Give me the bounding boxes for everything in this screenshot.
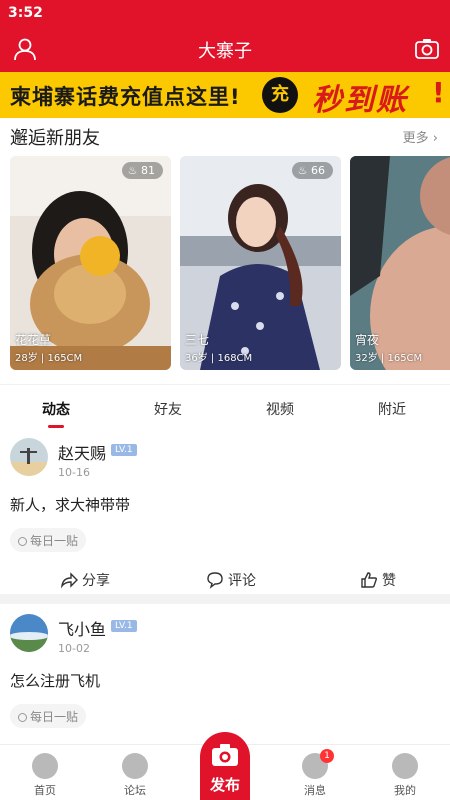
banner-text: 柬埔寨话费充值点这里! (10, 85, 241, 109)
avatar[interactable] (10, 614, 48, 652)
camera-icon (212, 744, 238, 766)
tag-icon (18, 537, 27, 546)
card-meta: 28岁 | 165CM (15, 353, 83, 364)
section-title: 邂逅新朋友 (10, 128, 100, 149)
card-name: 宵夜 (355, 333, 380, 347)
tab-active-indicator (48, 425, 64, 428)
tag-icon (18, 713, 27, 722)
tab-friends[interactable]: 好友 (112, 399, 224, 419)
tabbar-messages[interactable]: 1 消息 (280, 749, 350, 798)
chevron-right-icon: › (428, 131, 438, 146)
post-item[interactable]: 赵天赐 LV.1 10-16 新人，求大神带带 每日一贴 分享 评论 赞 (0, 438, 450, 594)
tab-video[interactable]: 视频 (224, 399, 336, 419)
profile-icon (392, 753, 418, 779)
publish-button[interactable]: 发布 (200, 732, 250, 800)
status-bar: 3:52 (0, 0, 450, 26)
thumbs-up-icon (361, 572, 378, 588)
tabbar-mine[interactable]: 我的 (370, 753, 440, 798)
app-header: 大寨子 (0, 26, 450, 72)
card-name: 三七 (185, 333, 210, 347)
heat-badge: ♨ 81 (121, 162, 163, 179)
comment-button[interactable]: 评论 (206, 570, 256, 590)
tab-nearby[interactable]: 附近 (336, 399, 448, 419)
post-content[interactable]: 新人，求大神带带 (10, 494, 130, 515)
tabbar-forum[interactable]: 论坛 (100, 753, 170, 798)
page-title: 大寨子 (198, 41, 252, 62)
post-actions: 分享 评论 赞 (0, 568, 450, 592)
post-content[interactable]: 怎么注册飞机 (10, 670, 100, 691)
friend-cards: ♨ 81 花花草 28岁 | 165CM ♨ 66 三七 36岁 | 168CM… (10, 156, 450, 370)
fire-icon: ♨ (297, 164, 311, 177)
like-button[interactable]: 赞 (360, 570, 396, 590)
card-name: 花花草 (15, 333, 52, 347)
meet-friends-header: 邂逅新朋友 更多 › (0, 118, 450, 152)
heat-badge: ♨ 66 (291, 162, 333, 179)
post-username[interactable]: 赵天赐 (58, 440, 106, 464)
tabbar-home[interactable]: 首页 (10, 753, 80, 798)
share-icon (60, 572, 78, 589)
unread-badge: 1 (320, 749, 334, 763)
home-icon (32, 753, 58, 779)
planet-icon (122, 753, 148, 779)
friend-card[interactable]: ♨ 66 三七 36岁 | 168CM (180, 156, 341, 370)
feed-tabs: 动态 好友 视频 附近 (0, 384, 450, 432)
message-icon: 1 (302, 749, 334, 779)
tab-feed[interactable]: 动态 (0, 399, 112, 419)
post-item[interactable]: 飞小鱼 LV.1 10-02 怎么注册飞机 每日一贴 (0, 614, 450, 744)
level-badge: LV.1 (111, 620, 137, 632)
section-divider (0, 594, 450, 604)
friend-card[interactable]: ♨ 81 花花草 28岁 | 165CM (10, 156, 171, 370)
card-meta: 32岁 | 165CM (355, 353, 423, 364)
post-username[interactable]: 飞小鱼 (58, 616, 106, 640)
more-link[interactable]: 更多 › (403, 127, 438, 146)
publish-label: 发布 (209, 776, 240, 794)
avatar[interactable] (10, 438, 48, 476)
post-date: 10-02 (58, 642, 90, 655)
comment-icon (207, 572, 223, 589)
card-meta: 36岁 | 168CM (185, 353, 253, 364)
banner-highlight: 秒到账 (312, 83, 408, 118)
level-badge: LV.1 (111, 444, 137, 456)
share-button[interactable]: 分享 (60, 570, 110, 590)
fire-icon: ♨ (127, 164, 141, 177)
friend-card[interactable]: 宵夜 32岁 | 165CM (350, 156, 450, 370)
recharge-banner[interactable]: 柬埔寨话费充值点这里! 充 秒到账 ! (0, 72, 450, 118)
post-tag[interactable]: 每日一贴 (10, 704, 87, 728)
camera-icon[interactable] (414, 36, 440, 62)
charge-badge: 充 (262, 77, 298, 113)
post-date: 10-16 (58, 466, 90, 479)
post-tag[interactable]: 每日一贴 (10, 528, 87, 552)
status-time: 3:52 (8, 5, 43, 21)
banner-exclaim: ! (432, 76, 445, 109)
